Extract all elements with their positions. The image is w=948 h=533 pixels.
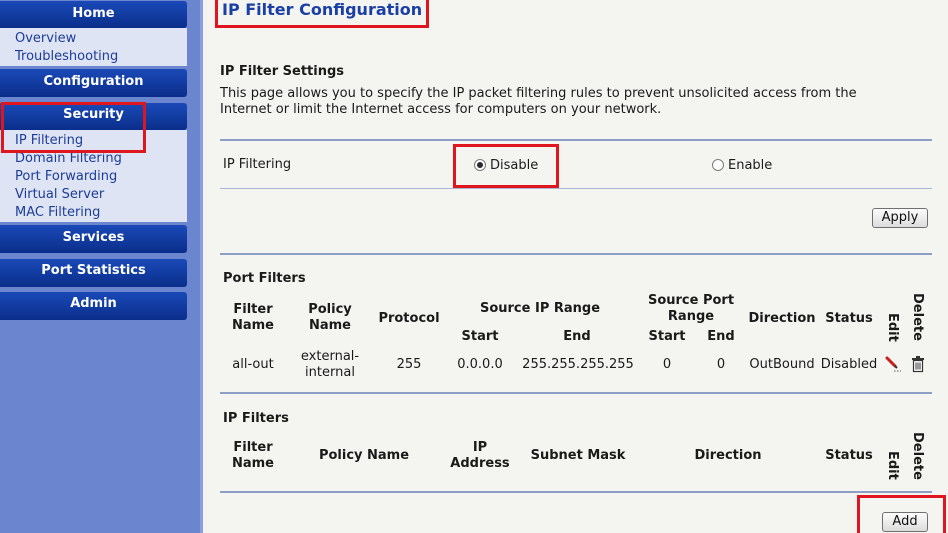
col-filter-name: Filter Name [231, 302, 274, 333]
nav-admin[interactable]: Admin [0, 292, 187, 320]
disable-label[interactable]: Disable [490, 158, 538, 173]
nav-port-forwarding[interactable]: Port Forwarding [0, 168, 187, 186]
nav-port-statistics[interactable]: Port Statistics [0, 259, 187, 287]
nav-overview[interactable]: Overview [0, 30, 187, 48]
sidebar-divider [200, 0, 203, 533]
col-filter-name: Filter Name [231, 440, 274, 471]
disable-radio[interactable] [474, 159, 486, 171]
nav-configuration[interactable]: Configuration [0, 69, 187, 97]
cell-port-start: 0 [662, 357, 672, 372]
trash-delete-icon[interactable] [911, 355, 925, 373]
nav-mac-filtering[interactable]: MAC Filtering [0, 204, 187, 222]
col-status: Status [825, 311, 873, 326]
pencil-edit-icon[interactable] [884, 355, 902, 373]
port-filters-heading: Port Filters [223, 271, 306, 286]
col-edit: Edit [885, 451, 900, 480]
divider [220, 253, 932, 255]
col-status: Status [825, 448, 873, 463]
col-delete: Delete [910, 432, 925, 480]
enable-radio[interactable] [712, 159, 724, 171]
col-edit: Edit [885, 313, 900, 342]
nav-home-submenu: Overview Troubleshooting [0, 28, 187, 66]
nav-home[interactable]: Home [0, 1, 187, 28]
sidebar: Home Overview Troubleshooting Configurat… [0, 0, 200, 533]
col-direction: Direction [748, 311, 816, 326]
col-delete: Delete [910, 293, 925, 341]
col-port-end: End [707, 329, 735, 344]
divider [220, 188, 932, 189]
col-ip-address: IP Address [450, 440, 510, 471]
cell-ip-start: 0.0.0.0 [457, 357, 503, 372]
description-line-1: This page allows you to specify the IP p… [220, 86, 857, 101]
cell-filter-name: all-out [232, 357, 274, 372]
cell-direction: OutBound [749, 357, 815, 372]
nav-virtual-server[interactable]: Virtual Server [0, 186, 187, 204]
security-highlight-box [1, 102, 146, 153]
divider [220, 139, 932, 141]
col-port-start: Start [648, 329, 686, 344]
col-policy-name: Policy Name [308, 302, 352, 333]
cell-status: Disabled [820, 357, 878, 372]
nav-troubleshooting[interactable]: Troubleshooting [0, 48, 187, 66]
ip-filters-heading: IP Filters [223, 411, 289, 426]
apply-button[interactable]: Apply [872, 208, 928, 228]
add-button[interactable]: Add [882, 512, 928, 532]
cell-port-end: 0 [716, 357, 726, 372]
enable-label[interactable]: Enable [728, 158, 772, 173]
nav-services[interactable]: Services [0, 225, 187, 253]
cell-ip-end: 255.255.255.255 [522, 357, 634, 372]
ip-filtering-label: IP Filtering [223, 157, 292, 172]
col-source-ip-range: Source IP Range [479, 301, 601, 316]
cell-protocol: 255 [396, 357, 422, 372]
divider [220, 491, 932, 493]
col-subnet-mask: Subnet Mask [530, 448, 626, 463]
divider [220, 392, 932, 394]
cell-policy-name: external- internal [300, 349, 360, 380]
settings-heading: IP Filter Settings [220, 64, 345, 79]
col-policy-name: Policy Name [318, 448, 410, 463]
col-protocol: Protocol [378, 311, 440, 326]
col-source-port-range: Source Port Range [647, 293, 735, 324]
col-direction: Direction [694, 448, 762, 463]
col-ip-start: Start [461, 329, 499, 344]
description-line-2: Internet or limit the Internet access fo… [220, 102, 662, 117]
col-ip-end: End [563, 329, 591, 344]
page-title: IP Filter Configuration [222, 0, 423, 19]
